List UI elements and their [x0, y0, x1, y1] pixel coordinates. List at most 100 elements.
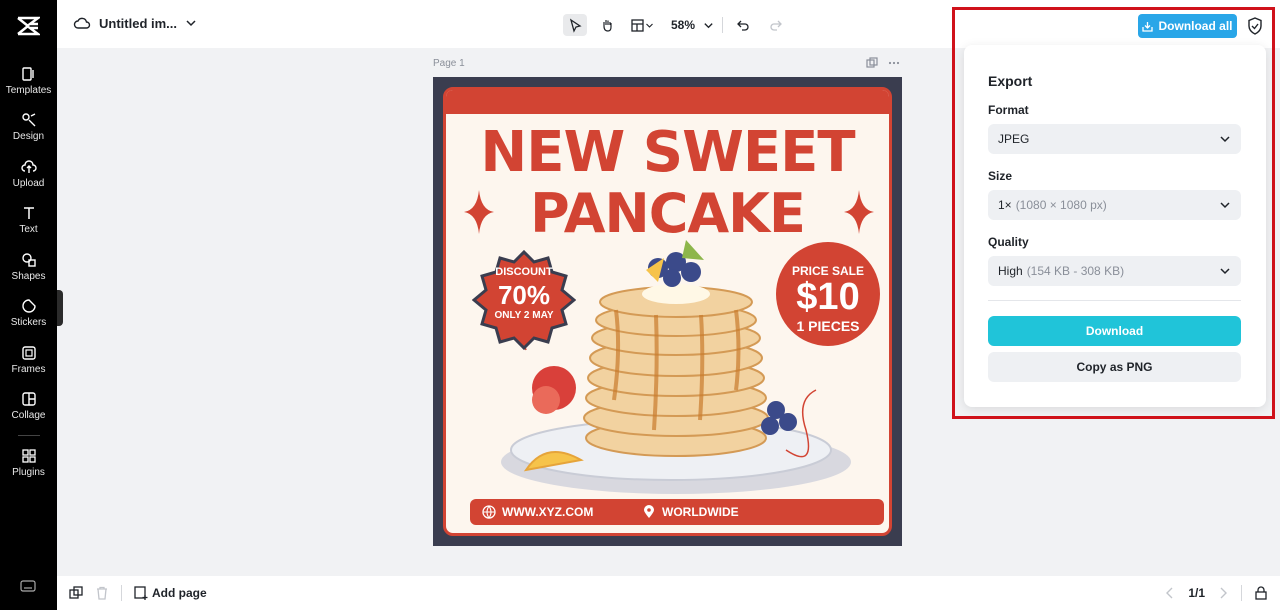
keyboard-shortcuts-icon[interactable] — [20, 578, 36, 594]
chevron-down-icon[interactable] — [185, 17, 197, 29]
poster-headline-1: NEW SWEET — [480, 120, 855, 185]
undo-button[interactable] — [731, 14, 755, 36]
poster-footer-band: WWW.XYZ.COM WORLDWIDE — [470, 499, 884, 525]
document-title[interactable]: Untitled im... — [99, 16, 177, 31]
export-panel: Export Format JPEG Size 1× (1080 × 1080 … — [964, 45, 1266, 407]
rail-item-label: Collage — [11, 410, 46, 421]
select-tool-button[interactable] — [563, 14, 587, 36]
layout-icon — [631, 18, 644, 32]
rail-item-shapes[interactable]: Shapes — [0, 252, 57, 292]
location-text: WORLDWIDE — [662, 505, 739, 519]
plugins-icon — [21, 449, 36, 463]
document-title-area[interactable]: Untitled im... — [73, 14, 197, 32]
format-label: Format — [988, 103, 1029, 117]
redo-icon — [769, 20, 782, 31]
bottom-divider — [1241, 585, 1242, 601]
rail-item-label: Stickers — [10, 317, 47, 328]
undo-icon — [736, 20, 749, 31]
rail-item-label: Templates — [5, 85, 52, 96]
quality-value: High — [998, 264, 1023, 278]
quality-label: Quality — [988, 235, 1029, 249]
size-value: 1× — [998, 198, 1012, 212]
frames-icon — [21, 346, 36, 360]
format-value: JPEG — [998, 132, 1030, 146]
rail-item-templates[interactable]: Templates — [0, 66, 57, 106]
cursor-icon — [569, 17, 582, 33]
bottom-left-controls: Add page — [69, 585, 207, 601]
price-line-2: $10 — [796, 276, 860, 318]
bottom-divider — [121, 585, 122, 601]
rail-item-label: Upload — [12, 178, 45, 189]
website-text: WWW.XYZ.COM — [502, 505, 594, 519]
duplicate-icon[interactable] — [69, 586, 83, 600]
duplicate-page-icon[interactable] — [866, 57, 878, 69]
price-badge: PRICE SALE $10 1 PIECES — [776, 242, 880, 346]
quality-detail: (154 KB - 308 KB) — [1026, 264, 1125, 278]
rail-divider — [18, 435, 40, 436]
rail-item-label: Shapes — [11, 271, 46, 282]
chevron-down-icon — [1220, 202, 1230, 209]
rail-item-upload[interactable]: Upload — [0, 159, 57, 199]
rail-item-plugins[interactable]: Plugins — [0, 448, 57, 488]
delete-icon[interactable] — [95, 586, 109, 600]
stickers-icon — [21, 299, 36, 313]
location-item: WORLDWIDE — [642, 505, 739, 519]
page-label: Page 1 — [433, 58, 465, 69]
poster-canvas[interactable]: NEW SWEET PANCAKE DISCOUNT 70% ONLY 2 MA… — [433, 77, 902, 546]
chevron-right-icon[interactable] — [1217, 586, 1229, 600]
quality-select[interactable]: High (154 KB - 308 KB) — [988, 256, 1241, 286]
toolbar-divider — [722, 17, 724, 33]
poster-top-band — [446, 90, 889, 114]
capcut-logo-icon[interactable] — [16, 15, 40, 37]
copy-as-png-button[interactable]: Copy as PNG — [988, 352, 1241, 382]
rail-item-collage[interactable]: Collage — [0, 391, 57, 431]
redo-button[interactable] — [763, 14, 787, 36]
discount-line-3: ONLY 2 MAY — [494, 310, 554, 321]
collage-icon — [21, 392, 36, 406]
rail-item-label: Frames — [11, 364, 46, 375]
chevron-down-icon — [1220, 136, 1230, 143]
discount-line-1: DISCOUNT — [495, 266, 553, 278]
cloud-sync-icon — [73, 17, 91, 29]
size-select[interactable]: 1× (1080 × 1080 px) — [988, 190, 1241, 220]
canvas-toolbar: 58% — [563, 14, 787, 36]
rail-item-design[interactable]: Design — [0, 112, 57, 152]
hand-tool-button[interactable] — [595, 14, 619, 36]
add-page-button[interactable]: Add page — [134, 586, 207, 600]
rail-item-text[interactable]: Text — [0, 205, 57, 245]
templates-icon — [21, 67, 34, 81]
chevron-down-icon — [1220, 268, 1230, 275]
hand-icon — [602, 19, 612, 32]
zoom-level[interactable]: 58% — [671, 18, 695, 32]
export-divider — [988, 300, 1241, 301]
rail-item-label: Plugins — [12, 467, 45, 478]
format-select[interactable]: JPEG — [988, 124, 1241, 154]
rail-item-frames[interactable]: Frames — [0, 345, 57, 385]
price-line-3: 1 PIECES — [796, 318, 860, 334]
poster-card: NEW SWEET PANCAKE DISCOUNT 70% ONLY 2 MA… — [443, 87, 892, 536]
text-icon — [23, 207, 34, 219]
export-title: Export — [988, 73, 1033, 89]
chevron-left-icon[interactable] — [1164, 586, 1176, 600]
add-page-icon — [134, 586, 148, 600]
shapes-icon — [21, 253, 36, 267]
zoom-chevron-down-icon[interactable] — [703, 20, 714, 31]
panel-collapse-handle[interactable] — [57, 290, 63, 326]
rail-item-stickers[interactable]: Stickers — [0, 298, 57, 338]
chevron-down-icon — [646, 23, 653, 28]
upload-icon — [20, 160, 37, 173]
add-page-label: Add page — [152, 586, 207, 600]
size-label: Size — [988, 169, 1013, 183]
design-icon — [21, 113, 35, 127]
page-actions — [866, 57, 900, 69]
more-options-icon[interactable] — [888, 57, 900, 69]
lock-icon[interactable] — [1254, 586, 1268, 600]
page-counter: 1/1 — [1188, 586, 1205, 600]
sparkle-right-icon — [844, 190, 874, 234]
globe-icon — [482, 505, 496, 519]
size-detail: (1080 × 1080 px) — [1015, 198, 1107, 212]
rail-item-label: Text — [19, 224, 38, 235]
download-button[interactable]: Download — [988, 316, 1241, 346]
layout-dropdown-button[interactable] — [627, 14, 657, 36]
bottom-bar: Add page 1/1 — [57, 576, 1280, 610]
